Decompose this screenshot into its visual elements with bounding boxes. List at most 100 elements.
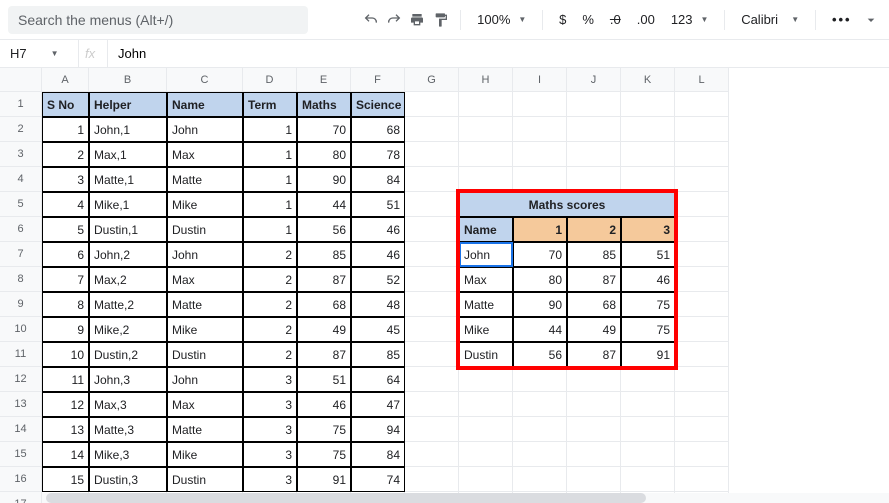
cell[interactable]: Matte (167, 167, 243, 192)
column-header[interactable]: F (351, 68, 405, 92)
cell[interactable] (459, 367, 513, 392)
cell[interactable] (459, 117, 513, 142)
cell[interactable] (675, 242, 729, 267)
cell[interactable]: 56 (297, 217, 351, 242)
cell[interactable]: Max (167, 267, 243, 292)
cell[interactable] (405, 392, 459, 417)
cell[interactable] (621, 442, 675, 467)
cell[interactable]: Max (459, 267, 513, 292)
cell[interactable]: 51 (351, 192, 405, 217)
row-header[interactable]: 5 (0, 192, 42, 217)
cell[interactable]: 51 (297, 367, 351, 392)
cell[interactable] (405, 242, 459, 267)
cell[interactable]: 11 (42, 367, 89, 392)
cell[interactable]: 78 (351, 142, 405, 167)
font-select[interactable]: Calibri▼ (735, 12, 805, 27)
cell[interactable]: Matte (167, 417, 243, 442)
cell[interactable]: 45 (351, 317, 405, 342)
cell[interactable]: Dustin (167, 467, 243, 492)
row-header[interactable]: 11 (0, 342, 42, 367)
column-header[interactable]: D (243, 68, 297, 92)
column-header[interactable]: L (675, 68, 729, 92)
cell[interactable]: Matte,3 (89, 417, 167, 442)
cell[interactable] (405, 467, 459, 492)
cell[interactable]: Mike (167, 317, 243, 342)
cell[interactable]: Science (351, 92, 405, 117)
cell[interactable]: Maths scores (459, 192, 675, 217)
cell[interactable]: 68 (297, 292, 351, 317)
cell[interactable]: 84 (351, 442, 405, 467)
cell[interactable]: 1 (243, 217, 297, 242)
cell[interactable]: 48 (351, 292, 405, 317)
cell[interactable] (459, 142, 513, 167)
cell[interactable] (513, 442, 567, 467)
cell[interactable]: 15 (42, 467, 89, 492)
cell[interactable] (621, 92, 675, 117)
row-header[interactable]: 4 (0, 167, 42, 192)
cell[interactable]: Dustin,1 (89, 217, 167, 242)
row-header[interactable]: 12 (0, 367, 42, 392)
cell[interactable] (675, 342, 729, 367)
cell[interactable] (405, 117, 459, 142)
cell[interactable]: 2 (243, 267, 297, 292)
cell[interactable]: 90 (513, 292, 567, 317)
cell[interactable]: Max (167, 142, 243, 167)
cell[interactable]: 80 (513, 267, 567, 292)
cell[interactable] (405, 367, 459, 392)
cell[interactable]: Dustin (167, 342, 243, 367)
cell[interactable]: 3 (243, 442, 297, 467)
cell[interactable]: John (459, 242, 513, 267)
cell[interactable] (405, 92, 459, 117)
cell[interactable]: 75 (297, 442, 351, 467)
cell[interactable]: Matte (459, 292, 513, 317)
cell[interactable] (459, 92, 513, 117)
formula-input[interactable] (108, 40, 889, 67)
row-header[interactable]: 3 (0, 142, 42, 167)
cell[interactable]: John (167, 242, 243, 267)
cell[interactable]: 3 (243, 417, 297, 442)
row-header[interactable]: 1 (0, 92, 42, 117)
undo-button[interactable] (361, 7, 380, 33)
row-header[interactable]: 15 (0, 442, 42, 467)
cell[interactable]: Matte,1 (89, 167, 167, 192)
cell[interactable]: 87 (567, 342, 621, 367)
column-header[interactable]: B (89, 68, 167, 92)
cell[interactable]: Dustin,3 (89, 467, 167, 492)
cell[interactable]: 85 (567, 242, 621, 267)
cell[interactable]: 3 (243, 392, 297, 417)
cell[interactable] (621, 117, 675, 142)
column-header[interactable]: K (621, 68, 675, 92)
cell[interactable]: Max,2 (89, 267, 167, 292)
cell[interactable]: 8 (42, 292, 89, 317)
cell[interactable]: 75 (297, 417, 351, 442)
cell[interactable] (621, 167, 675, 192)
row-header[interactable]: 7 (0, 242, 42, 267)
spreadsheet-grid[interactable]: ABCDEFGHIJKL1S NoHelperNameTermMathsScie… (0, 68, 889, 503)
cell[interactable]: 3 (42, 167, 89, 192)
cell[interactable]: 3 (243, 467, 297, 492)
row-header[interactable]: 10 (0, 317, 42, 342)
cell[interactable]: 46 (351, 242, 405, 267)
cell[interactable] (621, 392, 675, 417)
cell[interactable] (675, 167, 729, 192)
row-header[interactable]: 17 (0, 492, 42, 503)
cell[interactable]: 13 (42, 417, 89, 442)
cell[interactable] (675, 267, 729, 292)
cell[interactable]: 75 (621, 292, 675, 317)
redo-button[interactable] (384, 7, 403, 33)
cell[interactable] (513, 392, 567, 417)
cell[interactable]: 12 (42, 392, 89, 417)
cell[interactable] (675, 192, 729, 217)
cell[interactable] (405, 317, 459, 342)
row-header[interactable]: 9 (0, 292, 42, 317)
cell[interactable] (405, 442, 459, 467)
column-header[interactable]: J (567, 68, 621, 92)
cell[interactable] (405, 217, 459, 242)
cell[interactable]: Mike,3 (89, 442, 167, 467)
zoom-select[interactable]: 100%▼ (471, 12, 532, 27)
cell[interactable]: Max,3 (89, 392, 167, 417)
cell[interactable] (675, 92, 729, 117)
currency-button[interactable]: $ (553, 12, 572, 27)
cell[interactable]: 70 (297, 117, 351, 142)
cell[interactable] (405, 192, 459, 217)
